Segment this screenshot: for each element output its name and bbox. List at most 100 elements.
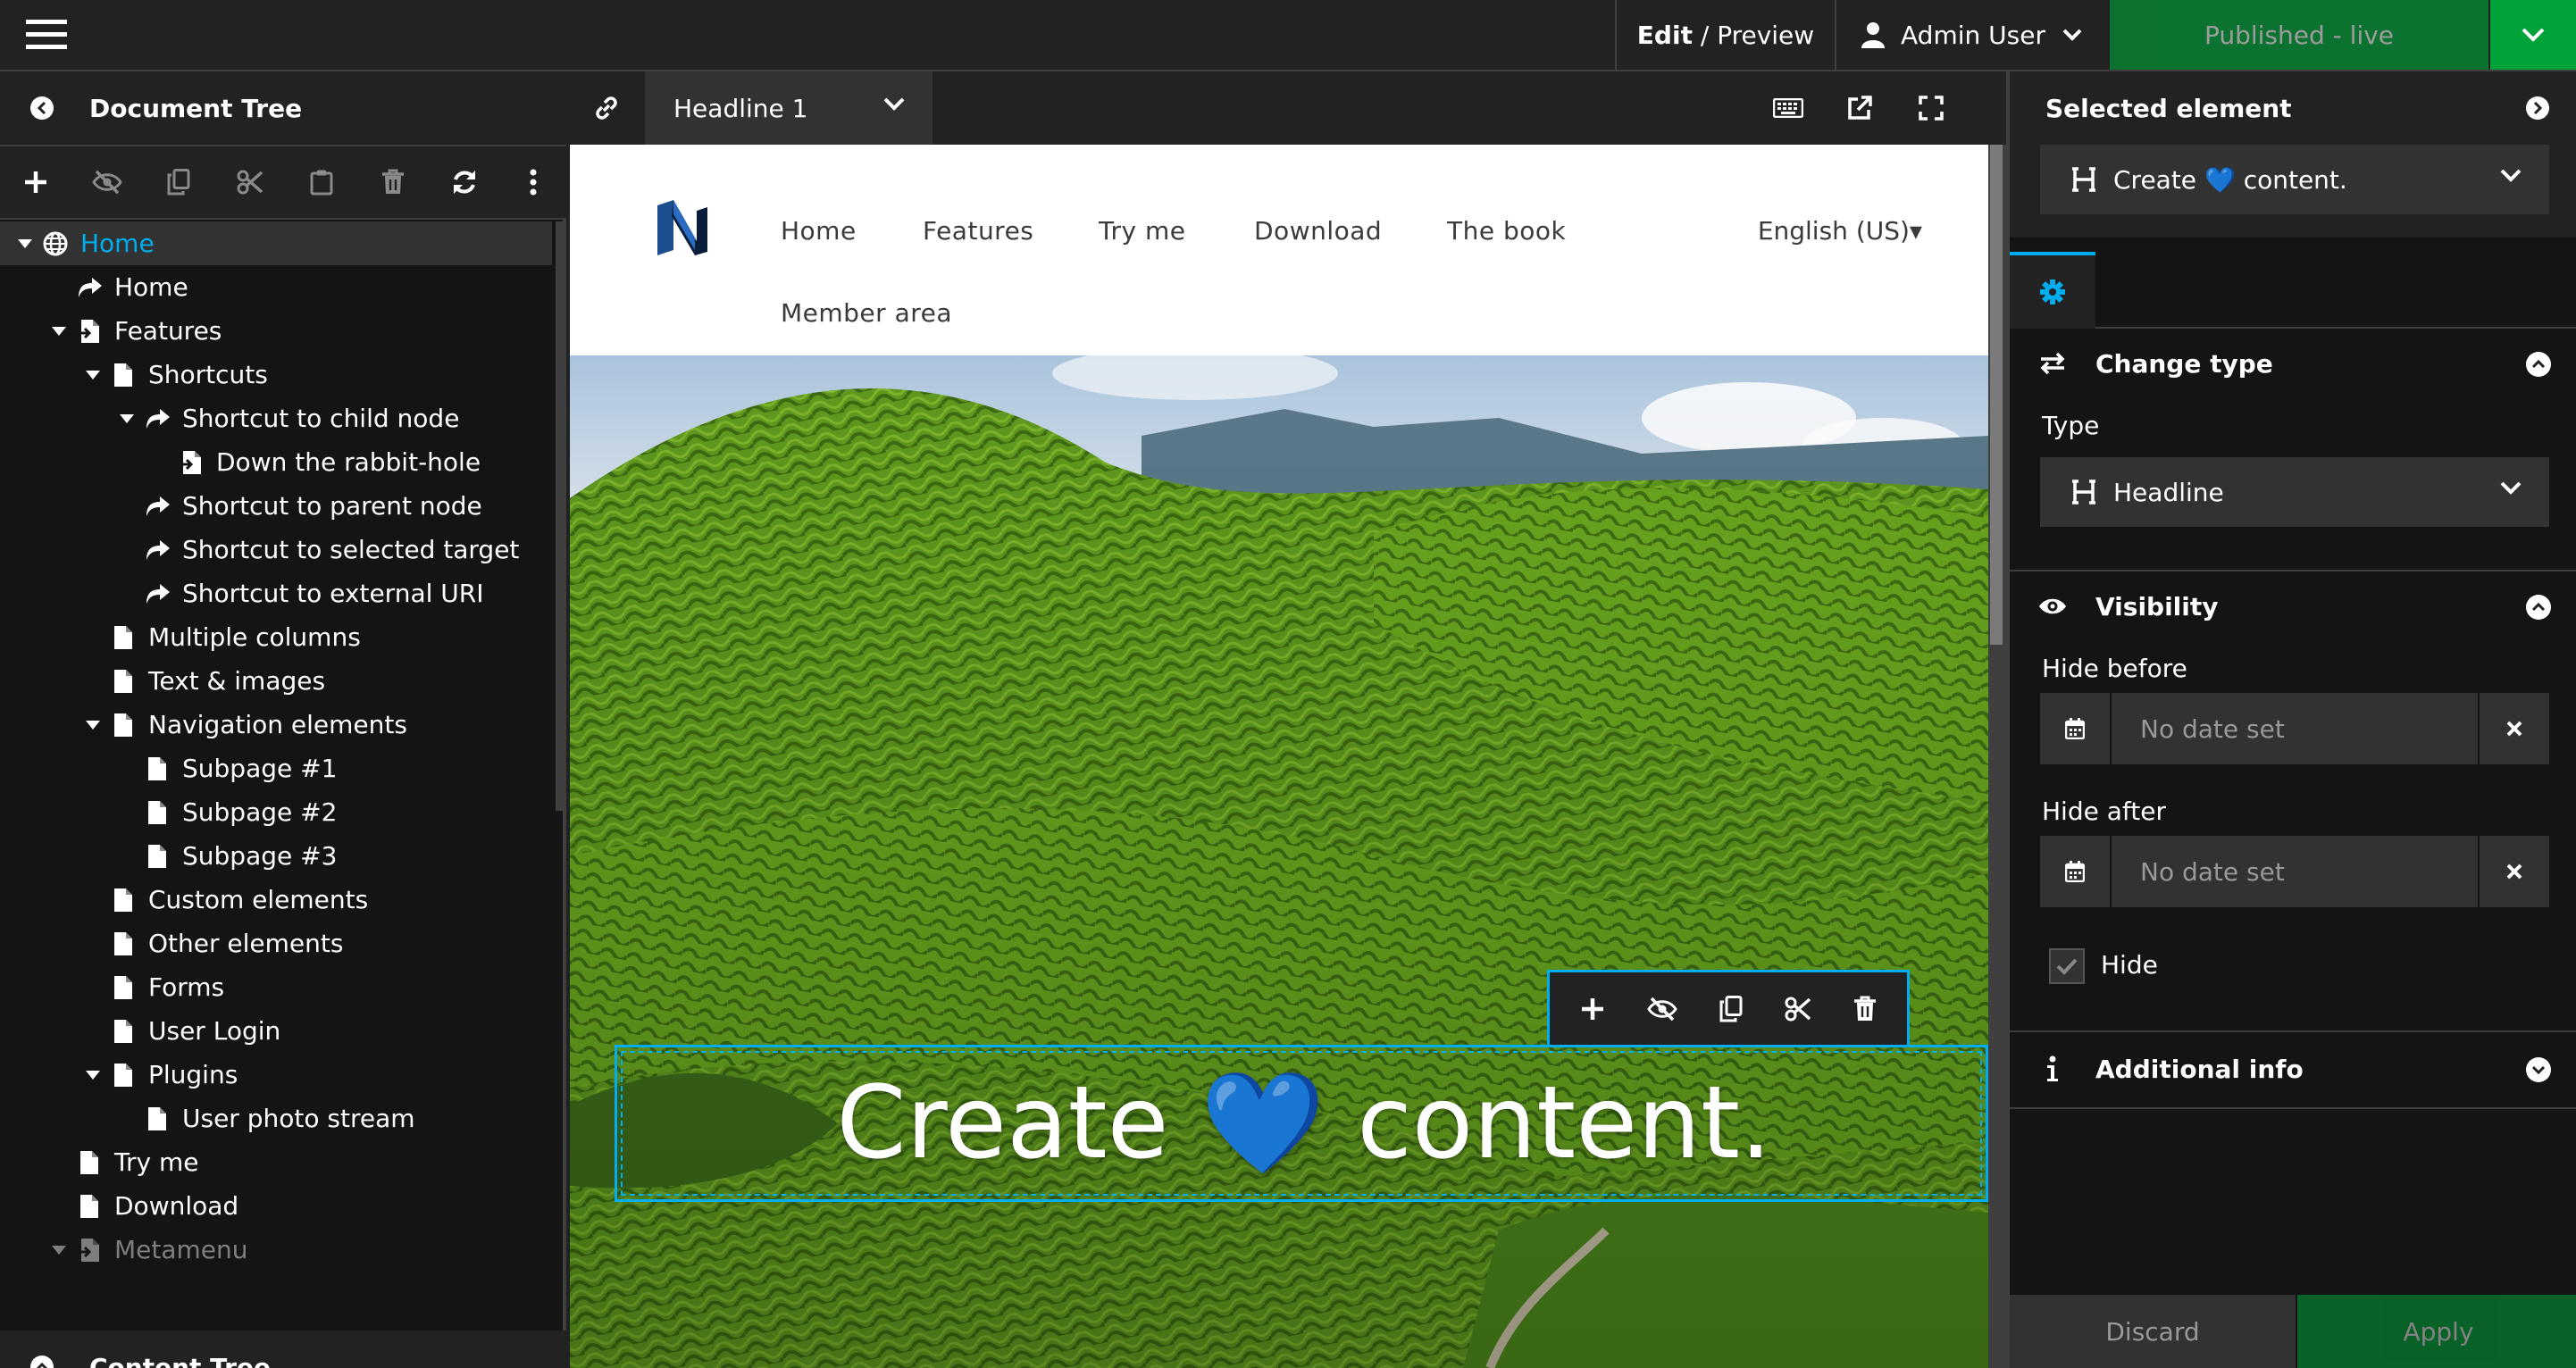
- hero-headline[interactable]: Create 💙 content.: [617, 1047, 1988, 1199]
- tree-node[interactable]: User Login: [0, 1009, 552, 1053]
- tree-node[interactable]: Subpage #2: [0, 790, 552, 834]
- inline-cut-button[interactable]: [1785, 996, 1811, 1022]
- site-nav-download[interactable]: Download: [1254, 216, 1382, 246]
- style-select[interactable]: Headline 1: [645, 71, 933, 145]
- preview-label[interactable]: Preview: [1717, 21, 1814, 50]
- tree-node[interactable]: Home: [0, 265, 552, 309]
- hide-before-field[interactable]: No date set: [2040, 693, 2549, 764]
- page-icon: [139, 1106, 175, 1131]
- edit-label[interactable]: Edit: [1637, 21, 1693, 50]
- close-icon[interactable]: [2478, 836, 2549, 907]
- style-select-value: Headline 1: [673, 93, 808, 123]
- tree-node[interactable]: Shortcut to external URI: [0, 571, 552, 615]
- content-tree-header[interactable]: Content Tree: [0, 1330, 566, 1368]
- tree-node[interactable]: Home: [0, 221, 552, 265]
- copy-button[interactable]: [143, 146, 214, 218]
- inline-eye-slash-button[interactable]: [1647, 997, 1677, 1022]
- additional-info-section-header[interactable]: Additional info: [2010, 1030, 2576, 1107]
- caret-down-icon[interactable]: [46, 326, 71, 336]
- caret-down-icon[interactable]: [13, 238, 38, 248]
- selected-element-select[interactable]: Create 💙 content.: [2040, 145, 2549, 214]
- site-nav-features[interactable]: Features: [923, 216, 1033, 246]
- discard-button[interactable]: Discard: [2010, 1295, 2296, 1368]
- inline-copy-button[interactable]: [1719, 995, 1743, 1022]
- tab-properties[interactable]: [2010, 252, 2095, 329]
- plus-icon: [25, 171, 46, 193]
- publish-dropdown-button[interactable]: [2490, 0, 2576, 70]
- tree-node[interactable]: Multiple columns: [0, 615, 552, 659]
- apply-button[interactable]: Apply: [2297, 1295, 2576, 1368]
- caret-down-icon[interactable]: [80, 720, 105, 730]
- cut-button[interactable]: [214, 146, 286, 218]
- shortcut-icon: [139, 538, 175, 562]
- calendar-icon[interactable]: [2040, 836, 2112, 907]
- tree-node[interactable]: Subpage #1: [0, 747, 552, 790]
- tree-node[interactable]: Forms: [0, 965, 552, 1009]
- caret-down-icon[interactable]: [80, 370, 105, 380]
- tree-node[interactable]: Try me: [0, 1140, 552, 1184]
- chevron-right-icon[interactable]: [2526, 96, 2549, 120]
- neos-logo[interactable]: [656, 198, 709, 257]
- inline-trash-button[interactable]: [1853, 996, 1877, 1022]
- fullscreen-button[interactable]: [1895, 71, 1967, 145]
- tree-node[interactable]: User photo stream: [0, 1097, 552, 1140]
- close-icon[interactable]: [2478, 693, 2549, 764]
- visibility-section-header[interactable]: Visibility: [2010, 568, 2576, 645]
- document-tree-header[interactable]: Document Tree: [0, 71, 566, 145]
- tree-node-label: Plugins: [148, 1060, 238, 1089]
- tree-node[interactable]: Shortcut to parent node: [0, 484, 552, 528]
- caret-down-icon[interactable]: [46, 1245, 71, 1255]
- site-nav-member-area[interactable]: Member area: [781, 298, 952, 328]
- viewport-scrollbar-thumb[interactable]: [1990, 145, 2003, 645]
- tree-node-label: Shortcut to parent node: [182, 491, 482, 521]
- tree-node[interactable]: Custom elements: [0, 878, 552, 922]
- page-icon: [105, 931, 141, 956]
- refresh-button[interactable]: [429, 146, 500, 218]
- tree-node[interactable]: Text & images: [0, 659, 552, 703]
- tree-node[interactable]: Navigation elements: [0, 703, 552, 747]
- tree-node[interactable]: Down the rabbit-hole: [0, 440, 552, 484]
- tree-node[interactable]: Shortcuts: [0, 353, 552, 396]
- hamburger-menu-button[interactable]: [0, 0, 93, 70]
- language-selector[interactable]: English (US)▾: [1758, 216, 1922, 246]
- eye-slash-button[interactable]: [71, 146, 143, 218]
- hide-label[interactable]: Hide: [2101, 950, 2158, 980]
- hide-after-field[interactable]: No date set: [2040, 836, 2549, 907]
- publish-button[interactable]: Published - live: [2110, 0, 2488, 70]
- user-menu-button[interactable]: Admin User: [1836, 0, 2108, 70]
- tree-node[interactable]: Shortcut to selected target: [0, 528, 552, 571]
- open-external-button[interactable]: [1824, 71, 1895, 145]
- type-select[interactable]: Headline: [2040, 457, 2549, 527]
- tree-node[interactable]: Shortcut to child node: [0, 396, 552, 440]
- more-vertical-button[interactable]: [500, 146, 566, 218]
- top-bar: Edit / Preview Admin User Published - li…: [0, 0, 2576, 71]
- chevron-down-icon: [2500, 481, 2522, 495]
- gear-icon: [2040, 279, 2065, 304]
- site-nav-try-me[interactable]: Try me: [1099, 216, 1185, 246]
- type-label: Type: [2042, 411, 2100, 440]
- tree-node[interactable]: Plugins: [0, 1053, 552, 1097]
- selected-headline-outline[interactable]: Create 💙 content.: [615, 1045, 1988, 1202]
- edit-preview-toggle[interactable]: Edit / Preview: [1617, 0, 1835, 70]
- paste-button[interactable]: [286, 146, 357, 218]
- caret-down-icon[interactable]: [80, 1070, 105, 1080]
- plus-button[interactable]: [0, 146, 71, 218]
- tree-node-label: Subpage #2: [182, 797, 338, 827]
- site-nav-home[interactable]: Home: [781, 216, 857, 246]
- tree-node[interactable]: Subpage #3: [0, 834, 552, 878]
- caret-down-icon[interactable]: [114, 413, 139, 423]
- tree-node[interactable]: Metamenu: [0, 1228, 552, 1272]
- tree-node[interactable]: Other elements: [0, 922, 552, 965]
- trash-button[interactable]: [357, 146, 429, 218]
- tree-node[interactable]: Download: [0, 1184, 552, 1228]
- inline-plus-button[interactable]: [1580, 997, 1605, 1022]
- keyboard-button[interactable]: [1752, 71, 1824, 145]
- site-nav-the-book[interactable]: The book: [1447, 216, 1566, 246]
- link-button[interactable]: [570, 71, 643, 145]
- hide-checkbox[interactable]: [2049, 948, 2085, 984]
- calendar-icon[interactable]: [2040, 693, 2112, 764]
- page-icon: [71, 1150, 107, 1175]
- change-type-section-header[interactable]: Change type: [2010, 325, 2576, 402]
- tree-node[interactable]: Features: [0, 309, 552, 353]
- tree-scrollbar[interactable]: [556, 221, 563, 811]
